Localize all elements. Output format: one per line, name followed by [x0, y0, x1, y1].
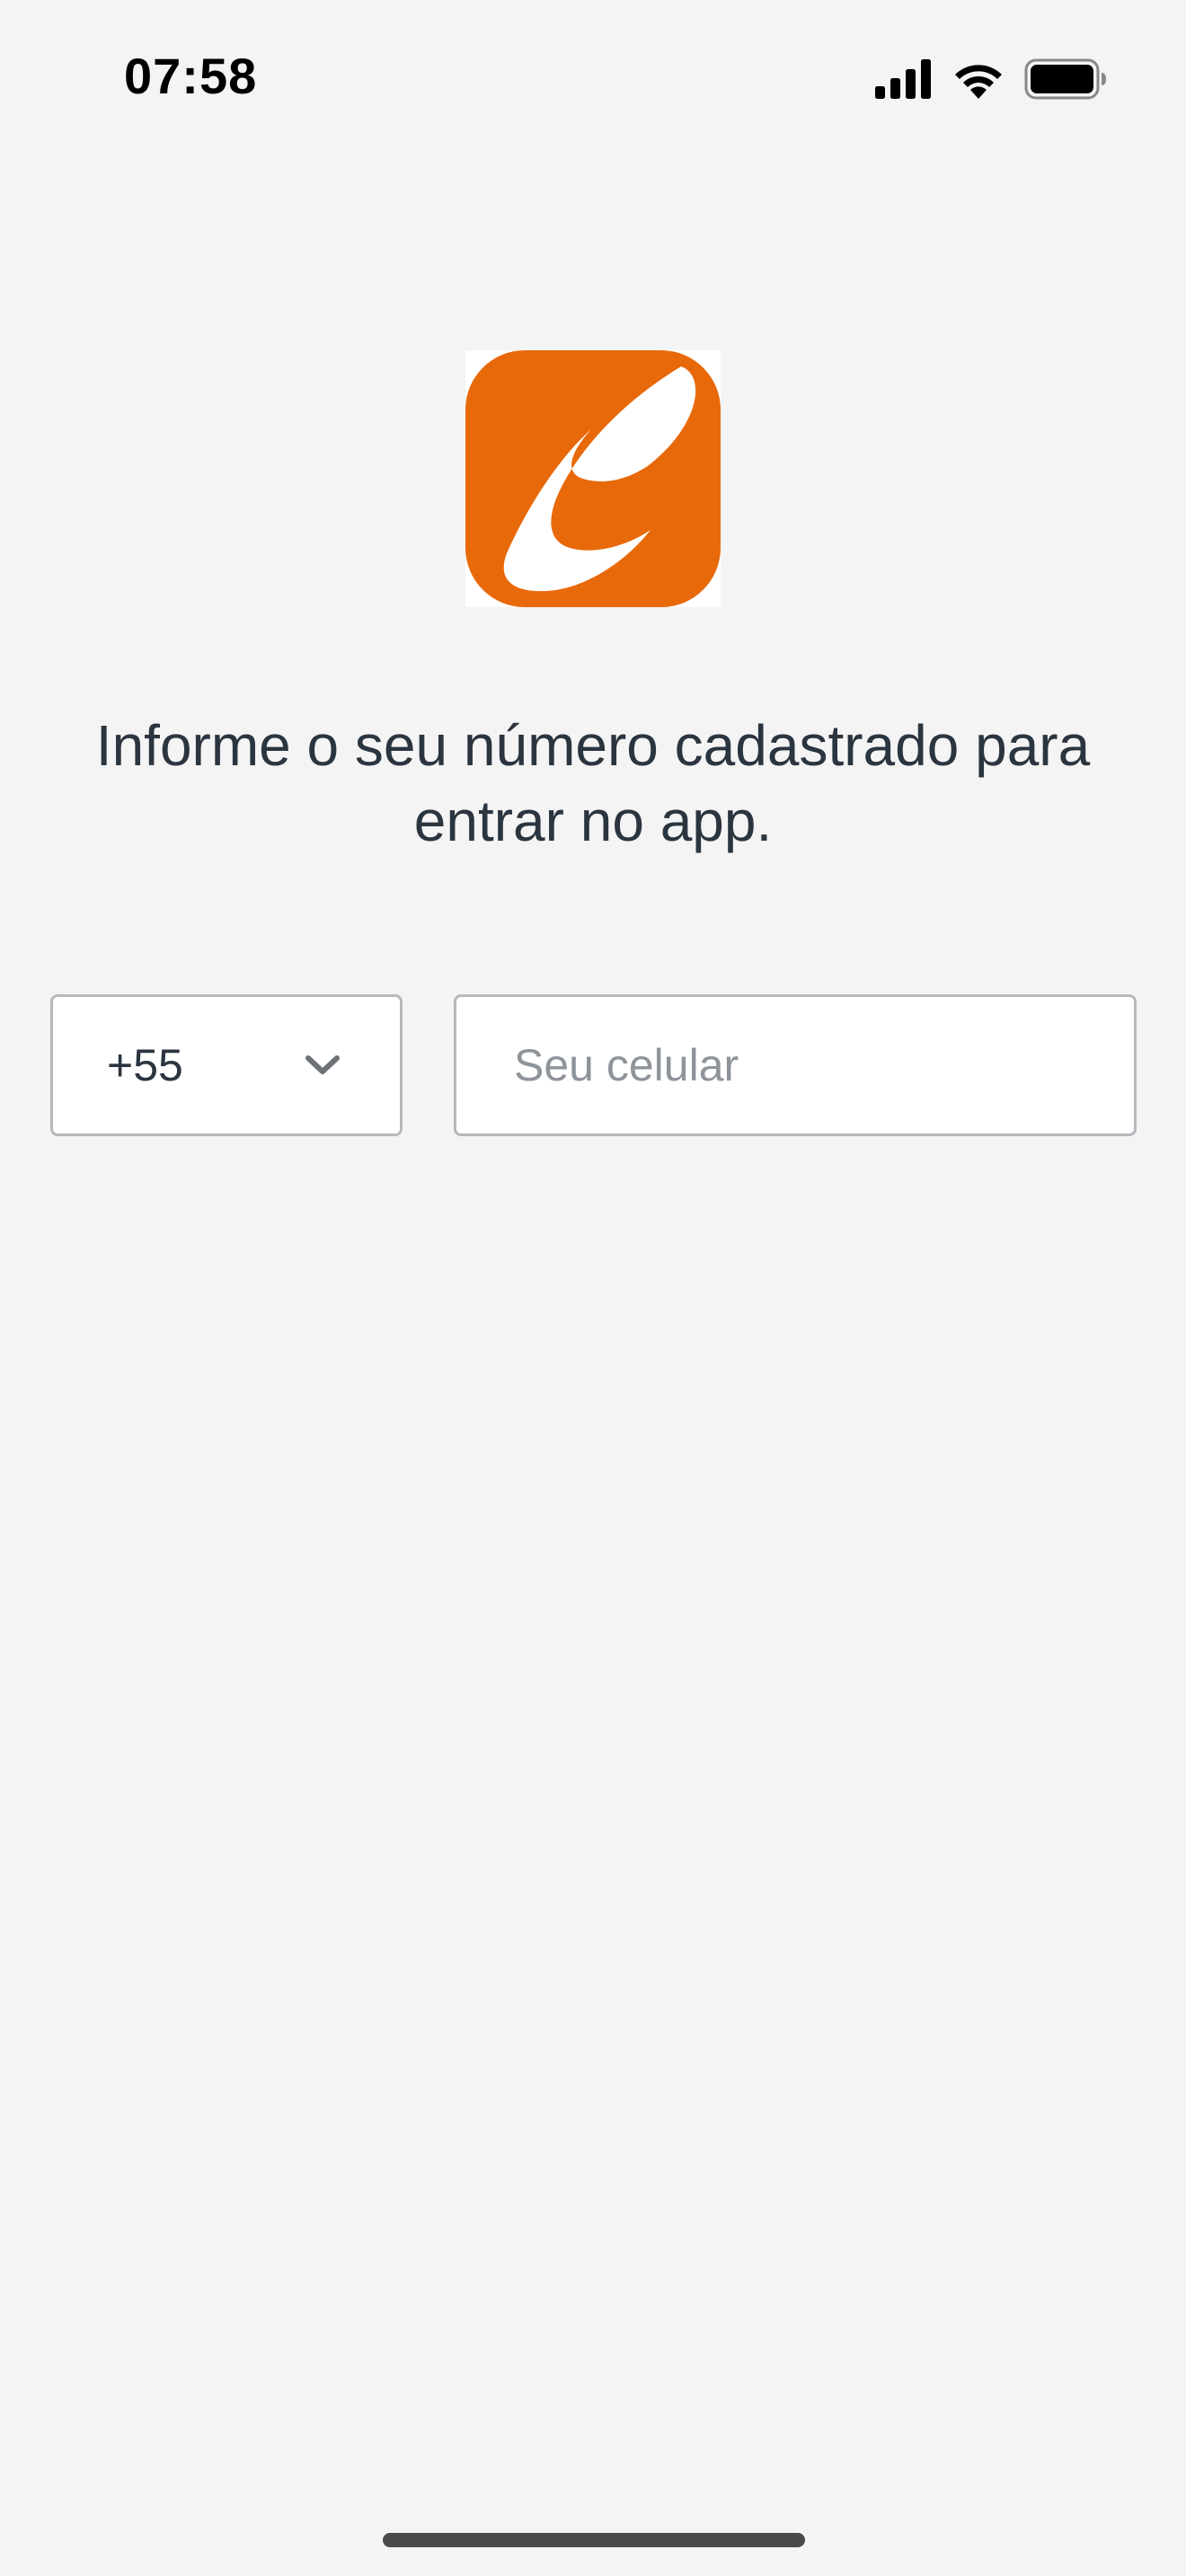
- battery-icon: [1024, 58, 1107, 100]
- login-instruction: Informe o seu número cadastrado para ent…: [95, 713, 1091, 853]
- home-indicator[interactable]: [383, 2533, 805, 2547]
- status-icons: [875, 56, 1107, 102]
- status-bar: 07:58: [0, 0, 1186, 162]
- chevron-down-icon: [305, 1054, 341, 1076]
- app-logo: [465, 350, 721, 607]
- phone-number-field[interactable]: [454, 994, 1137, 1136]
- wifi-icon: [952, 59, 1005, 99]
- country-code-select[interactable]: +55: [50, 994, 403, 1136]
- cellular-signal-icon: [875, 59, 933, 99]
- status-time: 07:58: [124, 48, 258, 104]
- phone-number-input[interactable]: [456, 997, 1134, 1134]
- country-code-value: +55: [107, 1040, 183, 1090]
